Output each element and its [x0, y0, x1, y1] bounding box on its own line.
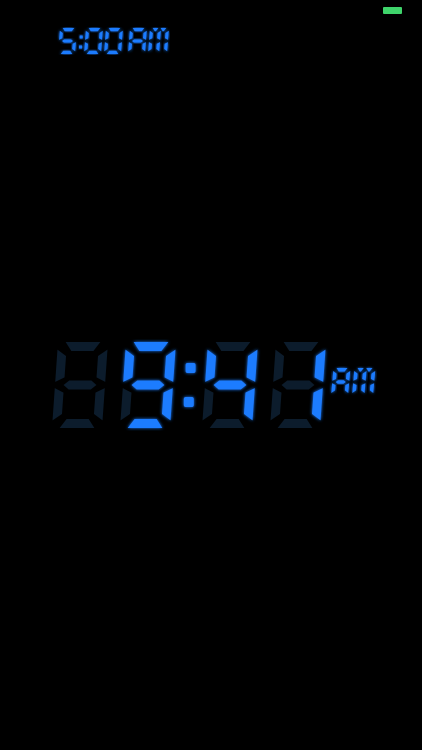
segment-f	[332, 371, 337, 381]
segment-f	[205, 349, 217, 382]
segment-b	[246, 349, 258, 382]
segment-e	[104, 42, 108, 52]
segment-right-a	[160, 28, 167, 32]
segment-left-b	[362, 371, 367, 381]
segment-c	[142, 42, 146, 52]
segment-a	[283, 342, 319, 351]
segment-e	[52, 388, 64, 421]
segment-c	[161, 388, 173, 421]
segment-g	[62, 39, 73, 43]
segment-left-a	[152, 28, 159, 32]
alarm-colon	[79, 35, 83, 49]
segment-right-b	[370, 371, 376, 381]
clock-digit-minute-tens	[202, 342, 258, 428]
segment-g	[132, 39, 143, 43]
segment-f	[59, 30, 63, 40]
segment-c	[72, 42, 76, 52]
segment-f	[85, 30, 89, 40]
segment-e	[202, 388, 214, 421]
segment-d	[59, 419, 95, 428]
segment-a	[336, 368, 348, 372]
battery-indicator	[383, 7, 402, 14]
segment-right-a	[366, 368, 373, 372]
segment-right-c	[369, 383, 375, 393]
segment-a	[88, 28, 101, 32]
segment-b	[96, 349, 108, 382]
segment-a	[62, 28, 75, 32]
segment-e	[331, 383, 336, 393]
colon-dot	[79, 35, 83, 39]
alarm-time-display	[59, 28, 169, 54]
alarm-meridiem-a	[128, 28, 147, 52]
clock-digit-hour-ones	[120, 342, 176, 428]
segment-left-f	[149, 30, 153, 40]
alarm-digit-hour	[59, 28, 76, 54]
segment-d	[106, 50, 119, 54]
segment-f	[273, 349, 285, 382]
segment-left-c	[156, 42, 161, 52]
segment-e	[120, 388, 132, 421]
colon-dot	[183, 397, 194, 407]
clock-digit-hour-tens	[52, 342, 108, 428]
clock-colon	[183, 363, 196, 407]
colon-dot	[79, 45, 83, 49]
segment-d	[60, 50, 73, 54]
segment-b	[314, 349, 326, 382]
segment-right-b	[165, 30, 169, 40]
alarm-digit-minute-ones	[104, 28, 123, 54]
clock-meridiem-a	[331, 368, 351, 393]
segment-a	[65, 342, 101, 351]
segment-e	[84, 42, 88, 52]
segment-left-b	[157, 30, 161, 40]
clock-meridiem-m	[352, 368, 376, 393]
segment-d	[277, 419, 313, 428]
clock-digit-minute-ones	[270, 342, 326, 428]
segment-left-e	[148, 42, 152, 52]
segment-b	[99, 30, 103, 40]
alarm-time[interactable]	[56, 26, 196, 56]
segment-d	[127, 419, 163, 428]
main-clock[interactable]	[50, 338, 390, 434]
segment-g	[335, 380, 346, 384]
colon-dot	[185, 363, 196, 373]
segment-c	[93, 388, 105, 421]
segment-e	[270, 388, 282, 421]
segment-b	[119, 30, 123, 40]
segment-a	[108, 28, 121, 32]
segment-right-c	[164, 42, 168, 52]
segment-d	[86, 50, 99, 54]
alarm-digit-minute-tens	[84, 28, 103, 54]
main-clock-display	[52, 342, 376, 428]
segment-left-c	[361, 383, 366, 393]
segment-c	[344, 383, 350, 393]
segment-b	[345, 371, 351, 381]
segment-a	[215, 342, 251, 351]
segment-b	[143, 30, 147, 40]
segment-left-e	[352, 383, 357, 393]
segment-f	[55, 349, 67, 382]
segment-c	[118, 42, 122, 52]
segment-left-f	[353, 371, 358, 381]
segment-a	[133, 342, 169, 351]
segment-a	[132, 28, 145, 32]
alarm-meridiem-m	[148, 28, 169, 52]
segment-f	[105, 30, 109, 40]
segment-g	[63, 380, 97, 390]
segment-left-a	[357, 368, 364, 372]
segment-f	[129, 30, 133, 40]
segment-c	[311, 388, 323, 421]
segment-e	[128, 42, 132, 52]
segment-d	[209, 419, 245, 428]
segment-g	[213, 380, 247, 390]
segment-c	[98, 42, 102, 52]
segment-g	[131, 380, 165, 390]
segment-g	[281, 380, 315, 390]
segment-f	[123, 349, 135, 382]
segment-b	[164, 349, 176, 382]
segment-c	[243, 388, 255, 421]
